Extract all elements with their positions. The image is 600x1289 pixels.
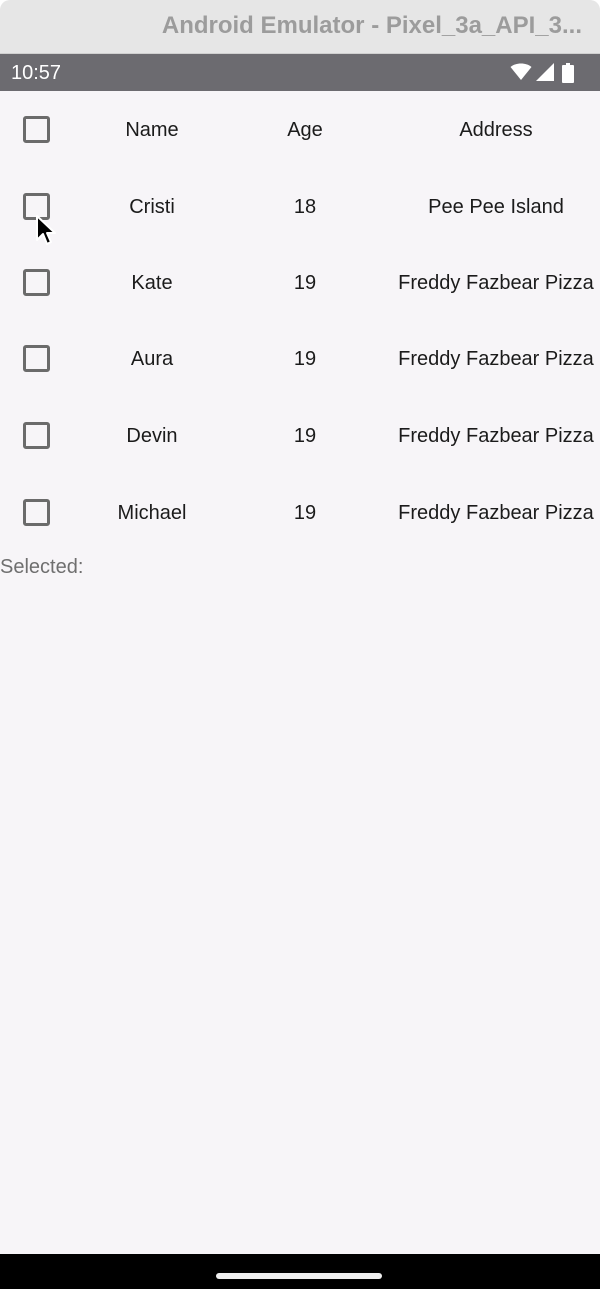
emulator-window: Android Emulator - Pixel_3a_API_3... 10:…: [0, 0, 600, 1289]
android-nav-bar: [0, 1254, 600, 1289]
android-status-bar: 10:57: [0, 54, 600, 91]
selected-label: Selected:: [0, 556, 84, 578]
mouse-pointer-icon: [36, 215, 56, 245]
window-titlebar[interactable]: Android Emulator - Pixel_3a_API_3...: [0, 0, 600, 54]
row-age: 19: [293, 502, 317, 524]
cellular-signal-icon: [536, 63, 554, 81]
app-content: Name Age Address Cristi 18 Pee Pee Islan…: [0, 91, 600, 1254]
home-gesture-handle[interactable]: [216, 1273, 382, 1279]
row-address: Freddy Fazbear Pizza: [398, 272, 594, 294]
row-checkbox[interactable]: [23, 345, 50, 372]
row-name: Kate: [131, 272, 173, 294]
row-checkbox[interactable]: [23, 499, 50, 526]
row-age: 19: [293, 272, 317, 294]
table-row[interactable]: Kate 19 Freddy Fazbear Pizza: [0, 253, 600, 313]
table-header-row: Name Age Address: [0, 100, 600, 160]
select-all-checkbox[interactable]: [23, 116, 50, 143]
table-row[interactable]: Michael 19 Freddy Fazbear Pizza: [0, 482, 600, 542]
row-address: Freddy Fazbear Pizza: [398, 425, 594, 447]
row-checkbox[interactable]: [23, 422, 50, 449]
wifi-icon: [510, 63, 532, 80]
table-row[interactable]: Aura 19 Freddy Fazbear Pizza: [0, 329, 600, 389]
row-age: 19: [293, 348, 317, 370]
row-checkbox[interactable]: [23, 269, 50, 296]
row-name: Cristi: [129, 196, 175, 218]
row-age: 18: [293, 196, 317, 218]
row-name: Devin: [126, 425, 178, 447]
table-row[interactable]: Devin 19 Freddy Fazbear Pizza: [0, 406, 600, 466]
row-age: 19: [293, 425, 317, 447]
column-header-age: Age: [287, 119, 323, 141]
status-time: 10:57: [11, 62, 62, 84]
row-address: Freddy Fazbear Pizza: [398, 502, 594, 524]
column-header-address: Address: [459, 119, 533, 141]
table-row[interactable]: Cristi 18 Pee Pee Island: [0, 177, 600, 237]
row-address: Pee Pee Island: [428, 196, 564, 218]
column-header-name: Name: [125, 119, 179, 141]
row-name: Michael: [117, 502, 187, 524]
row-address: Freddy Fazbear Pizza: [398, 348, 594, 370]
battery-icon: [562, 63, 574, 83]
row-name: Aura: [130, 348, 174, 370]
window-title: Android Emulator - Pixel_3a_API_3...: [161, 12, 582, 39]
